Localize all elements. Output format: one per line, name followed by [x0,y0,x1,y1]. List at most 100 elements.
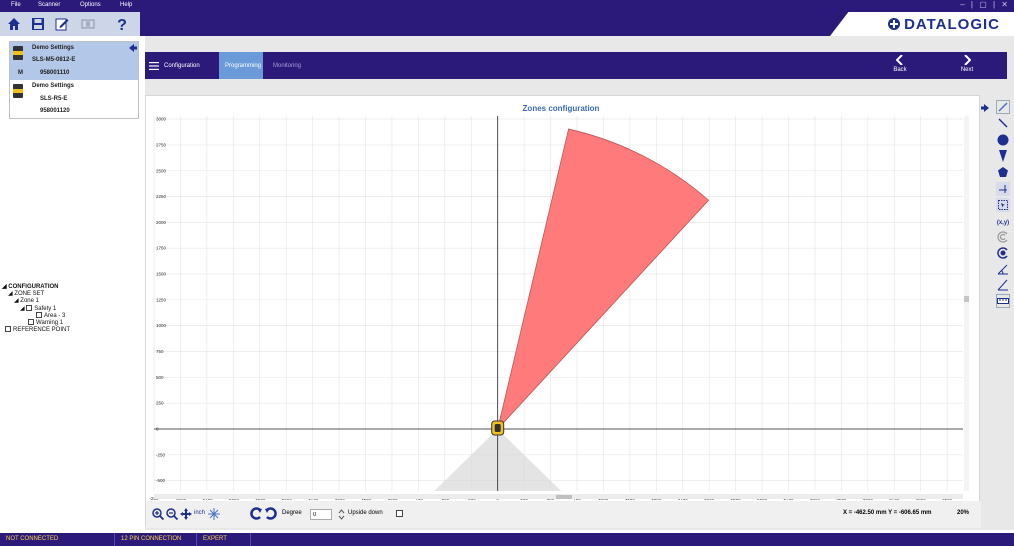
y-tick-label: 750 [156,349,164,354]
y-tick-label: 500 [156,375,164,380]
nav-bar: Configuration Programming Monitoring Bac… [145,52,1007,79]
warning-checkbox[interactable] [28,319,34,325]
collapse-arrow-icon[interactable] [129,44,137,52]
y-tick-label: 250 [156,401,164,406]
menu-options[interactable]: Options [80,2,101,8]
select-area-icon[interactable] [996,198,1010,212]
offset-ring-icon[interactable] [996,230,1010,244]
chart-title: Zones configuration [523,104,600,113]
ruler-icon[interactable] [996,294,1010,308]
y-tick-label: 3000 [156,117,167,122]
logo-text: DATALOGIC [904,15,1000,33]
degree-input[interactable] [310,509,332,520]
scanner-device-icon [13,46,23,60]
device-name: Demo Settings [32,83,75,89]
y-tick-label: 1750 [156,246,167,251]
scanner-window [494,424,501,433]
polygon-tool-icon[interactable] [996,165,1010,179]
y-tick-label: 1000 [156,323,167,328]
compare-icon[interactable] [78,14,98,34]
menu-bar: File Scanner Options Help – | ▢ | ✕ [0,0,1014,12]
chart-panel: Zones configuration-250-3000-2750-2500-2… [145,95,981,528]
zones-chart[interactable]: Zones configuration-250-3000-2750-2500-2… [146,96,981,501]
help-icon[interactable]: ? [112,14,132,34]
unit-inch-label[interactable]: inch [194,510,205,516]
chevron-right-icon [964,54,972,66]
device-list: Demo Settings SLS-M5-0812-E M 958001110 … [9,41,139,119]
y-tick-label: 1500 [156,272,167,277]
safety-checkbox[interactable] [26,305,33,311]
area-checkbox[interactable] [36,312,42,318]
device-model: SLS-R5-E [40,96,68,102]
tree-zoneset[interactable]: ◢ ZONE SET [8,291,44,298]
circle-tool-icon[interactable] [996,133,1010,147]
upside-down-checkbox[interactable] [396,510,403,517]
save-icon[interactable] [28,14,48,34]
y-tick-label: 2500 [156,168,167,173]
svg-text:?: ? [117,17,127,32]
vertical-scroll-thumb [964,296,969,302]
y-tick-label: -500 [156,478,166,483]
angle-tool-icon[interactable] [996,278,1010,292]
zoom-level: 20% [957,510,970,516]
svg-text:(x,y): (x,y) [997,220,1009,226]
zoom-in-icon[interactable] [152,508,164,520]
xy-coordinate-icon[interactable]: (x,y) [996,214,1010,228]
degree-stepper[interactable] [338,509,345,520]
rotate-right-icon[interactable] [264,507,277,520]
angle-measure-icon[interactable] [996,262,1010,276]
hamburger-icon [149,61,159,70]
y-tick-label: 2000 [156,220,167,225]
tab-configuration[interactable]: Configuration [145,52,206,79]
safety-zone-sector [496,128,710,431]
offset-fill-icon[interactable] [996,246,1010,260]
device-item[interactable]: Demo Settings SLS-M5-0812-E M 958001110 [10,42,138,80]
next-button[interactable]: Next [957,54,977,73]
drawing-tools: (x,y) [981,96,1014,308]
home-icon[interactable] [4,14,24,34]
pencil-tool-icon[interactable] [996,100,1010,114]
sector-tool-icon[interactable] [996,149,1010,163]
device-panel: Demo Settings SLS-M5-0812-E M 958001110 … [0,36,145,530]
scanner-device-icon [13,84,23,98]
chevron-left-icon [895,54,903,66]
device-model: SLS-M5-0812-E [32,57,76,63]
toolbar: ? DATALOGIC [0,12,1014,36]
device-name: Demo Settings [32,45,75,51]
snowflake-icon[interactable] [208,508,220,520]
rotate-left-icon[interactable] [250,507,263,520]
tab-monitoring[interactable]: Monitoring [267,52,307,79]
pan-icon[interactable] [180,508,192,520]
tree-reference-point[interactable]: REFERENCE POINT [5,326,70,334]
move-point-icon[interactable] [996,182,1010,196]
device-item[interactable]: Demo Settings SLS-R5-E 958001120 [10,80,138,118]
menu-file[interactable]: File [11,2,21,8]
tab-programming[interactable]: Programming [219,52,263,79]
zoom-out-icon[interactable] [166,508,178,520]
menu-scanner[interactable]: Scanner [38,2,60,8]
y-tick-label: 1250 [156,297,167,302]
line-tool-icon[interactable] [996,116,1010,130]
expand-arrow-icon[interactable] [981,104,989,112]
tree-configuration[interactable]: ◢ CONFIGURATION [2,284,59,291]
vertical-scrollbar [964,116,969,491]
window-controls[interactable]: – | ▢ | ✕ [960,0,1010,9]
status-access-level: EXPERT [197,533,251,546]
menu-help[interactable]: Help [120,2,132,8]
horizontal-scroll-thumb [556,495,572,499]
status-pin-connection: 12 PIN CONNECTION [115,533,197,546]
save-as-icon[interactable] [52,14,72,34]
device-badge: M [18,70,23,76]
tree-zone[interactable]: ◢ Zone 1 [14,298,39,305]
y-tick-label: 2750 [156,142,167,147]
upside-down-label: Upside down [348,510,383,516]
datalogic-logo: DATALOGIC [830,12,1014,36]
cursor-coordinates: X = -462.50 mm Y = -606.65 mm [843,510,932,516]
reference-checkbox[interactable] [5,326,11,332]
device-serial: 958001110 [40,70,70,76]
y-tick-label: 2250 [156,194,167,199]
status-connection: NOT CONNECTED [0,533,115,546]
degree-label: Degree [282,510,302,516]
back-button[interactable]: Back [890,54,910,73]
status-bar: NOT CONNECTED 12 PIN CONNECTION EXPERT [0,533,1014,546]
